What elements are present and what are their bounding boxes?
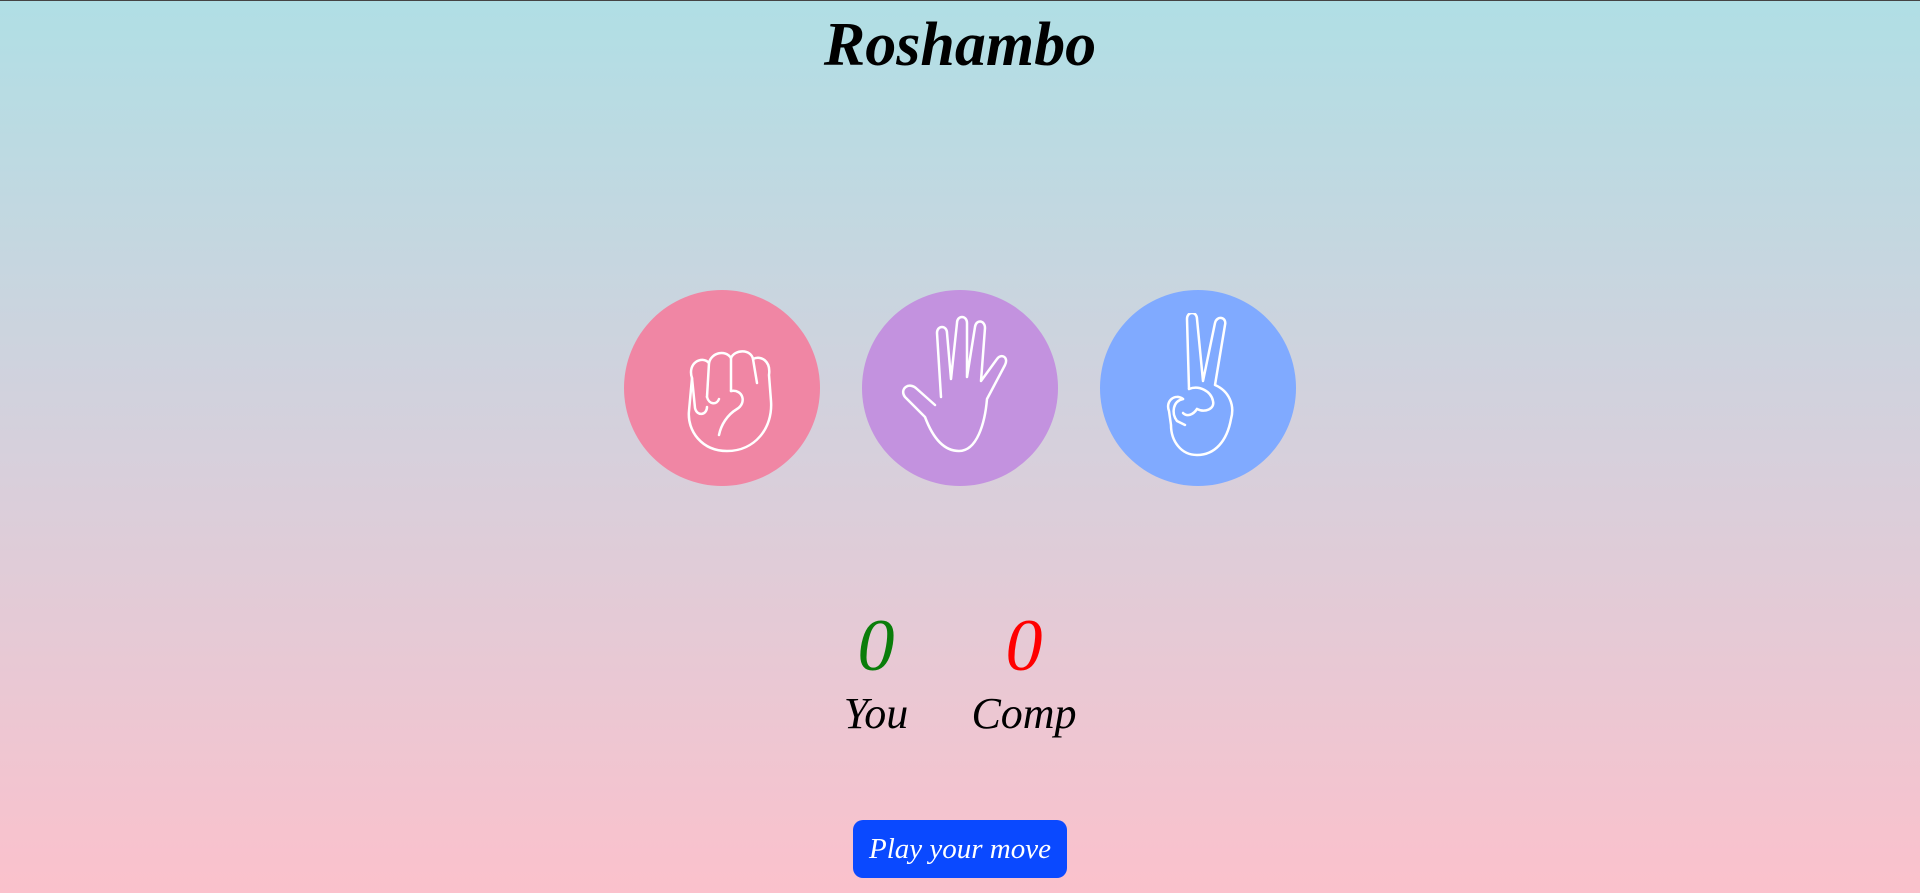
paper-choice-button[interactable]	[862, 290, 1058, 486]
page-title: Roshambo	[823, 11, 1097, 79]
paper-open-hand-icon	[901, 315, 1008, 453]
scissors-choice-button[interactable]	[1100, 290, 1296, 486]
computer-score-label: Comp	[971, 689, 1077, 738]
choice-list	[624, 290, 1296, 487]
computer-score-value: 0	[1005, 605, 1043, 687]
scoreboard: 0 You 0 Comp	[0, 606, 1920, 746]
rock-fist-icon	[687, 350, 773, 453]
rock-choice-button[interactable]	[624, 290, 820, 486]
scissors-victory-hand-icon	[1166, 313, 1234, 457]
computer-score: 0 Comp	[964, 606, 1084, 742]
player-score: 0 You	[816, 606, 936, 742]
player-score-label: You	[843, 689, 909, 738]
play-move-button[interactable]: Play your move	[853, 820, 1067, 878]
player-score-value: 0	[857, 605, 895, 687]
